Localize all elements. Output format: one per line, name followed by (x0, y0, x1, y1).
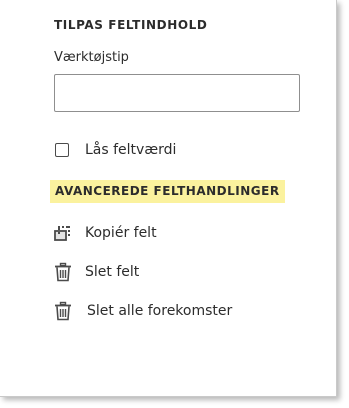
delete-field-label: Slet felt (85, 264, 140, 280)
delete-all-occurrences-action[interactable]: Slet alle forekomster (53, 300, 232, 322)
copy-field-label: Kopiér felt (85, 225, 157, 241)
copy-field-action[interactable]: Kopiér felt (53, 222, 157, 244)
section-title-advanced-actions: AVANCEREDE FELTHANDLINGER (50, 180, 285, 203)
tooltip-label: Værktøjstip (54, 50, 129, 65)
delete-all-occurrences-label: Slet alle forekomster (87, 303, 233, 319)
trash-icon (53, 301, 73, 321)
lock-field-value-checkbox-row[interactable]: Lås feltværdi (55, 140, 176, 160)
lock-field-value-label: Lås feltværdi (85, 142, 177, 158)
delete-field-action[interactable]: Slet felt (53, 261, 139, 283)
copy-icon (53, 223, 73, 243)
field-properties-panel: TILPAS FELTINDHOLD Værktøjstip Lås feltv… (0, 0, 337, 397)
section-title-customize-content: TILPAS FELTINDHOLD (54, 18, 208, 32)
lock-field-value-checkbox[interactable] (55, 143, 69, 157)
tooltip-input[interactable] (54, 74, 300, 112)
trash-icon (53, 262, 73, 282)
